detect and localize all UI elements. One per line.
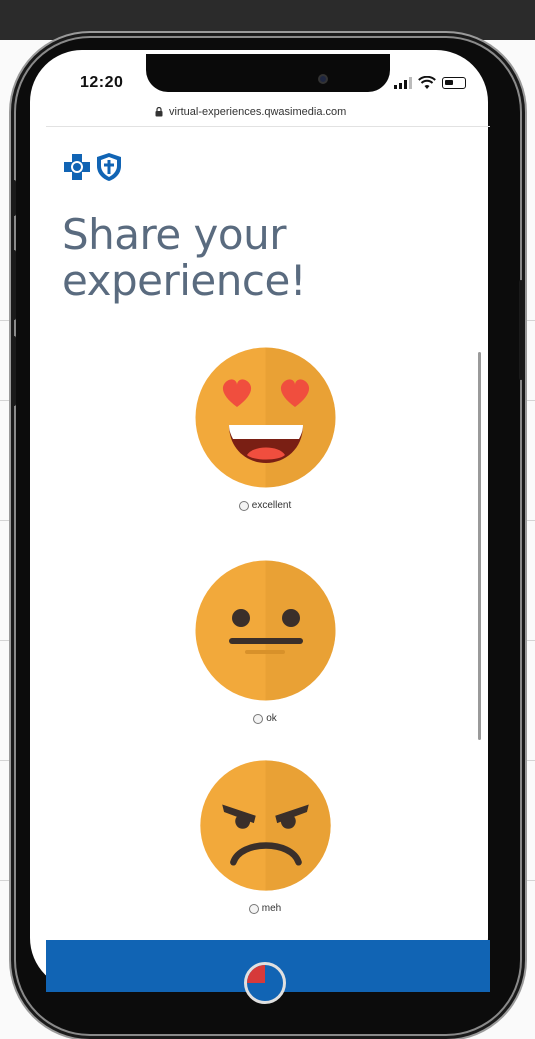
radio-row: ok (180, 713, 350, 724)
rating-option-meh[interactable]: meh (180, 758, 350, 914)
radio-row: excellent (180, 500, 350, 511)
home-button[interactable] (244, 962, 286, 1004)
battery-icon (442, 77, 466, 89)
neutral-face-icon[interactable] (193, 558, 338, 703)
status-time: 12:20 (80, 74, 124, 91)
scrollbar[interactable] (478, 352, 481, 740)
rating-option-ok[interactable]: ok (180, 558, 350, 724)
lock-icon (155, 107, 163, 117)
radio-button-excellent[interactable] (238, 500, 249, 511)
radio-button-meh[interactable] (248, 903, 259, 914)
radio-label-excellent: excellent (251, 500, 292, 511)
mute-switch (12, 180, 16, 216)
angry-face-icon[interactable] (198, 758, 333, 893)
volume-down-button (12, 336, 16, 406)
radio-row: meh (180, 903, 350, 914)
heart-eyes-face-icon[interactable] (193, 345, 338, 490)
volume-up-button (12, 250, 16, 320)
blue-cross-icon (64, 154, 90, 180)
url-text: virtual-experiences.qwasimedia.com (169, 106, 347, 118)
radio-label-ok: ok (266, 713, 277, 724)
notch (146, 54, 390, 92)
brand-logo (62, 152, 122, 182)
status-icons (394, 76, 466, 90)
blue-shield-icon (97, 153, 121, 181)
wifi-icon (418, 76, 436, 89)
cellular-signal-icon (394, 77, 412, 89)
address-bar[interactable]: virtual-experiences.qwasimedia.com (155, 106, 346, 118)
page-title-line2: experience! (62, 256, 307, 305)
radio-label-meh: meh (261, 903, 282, 914)
address-bar-divider (46, 126, 490, 127)
page-title-line1: Share your (62, 210, 287, 259)
front-camera (318, 74, 328, 84)
page-title: Share your experience! (62, 212, 362, 304)
rating-option-excellent[interactable]: excellent (180, 345, 350, 511)
power-button (519, 280, 523, 380)
radio-button-ok[interactable] (253, 713, 264, 724)
